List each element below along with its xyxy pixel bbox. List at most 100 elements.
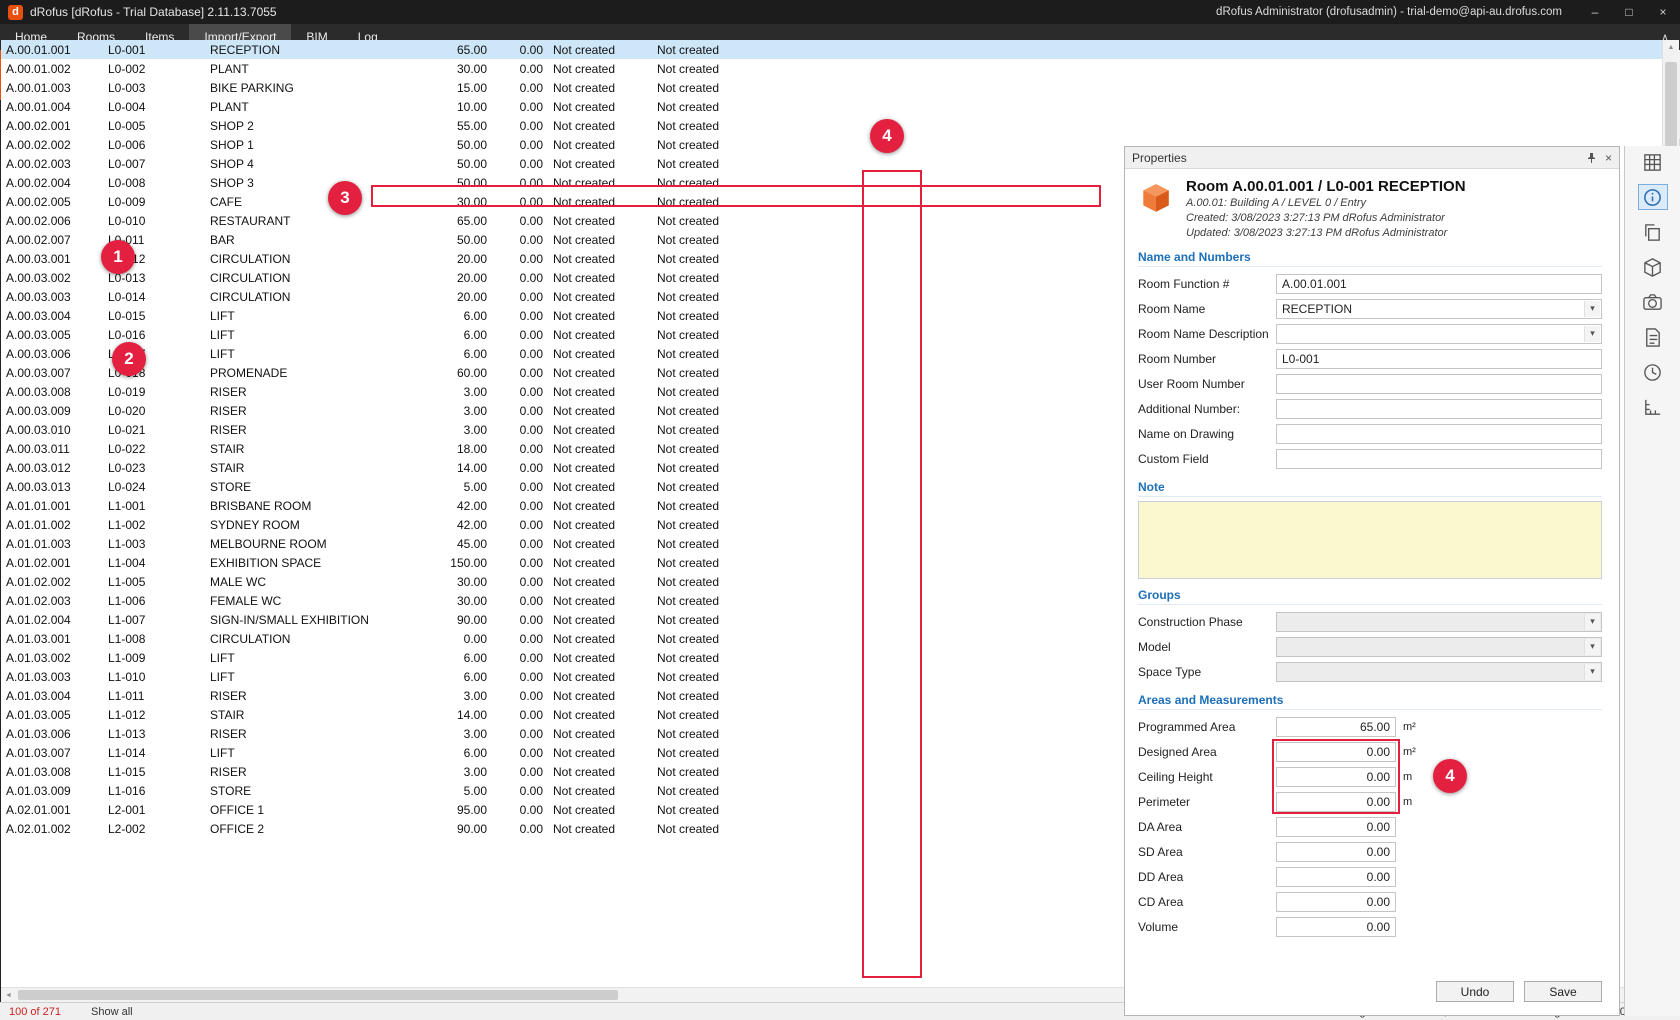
- field-ceiling-height[interactable]: 0.00: [1276, 767, 1396, 787]
- field-designed-area[interactable]: 0.00: [1276, 742, 1396, 762]
- copy-icon[interactable]: [1638, 219, 1668, 245]
- cell: Not created: [652, 347, 726, 361]
- cell: 3.00: [434, 765, 492, 779]
- cell: 6.00: [434, 746, 492, 760]
- field-perimeter[interactable]: 0.00: [1276, 792, 1396, 812]
- undo-button[interactable]: Undo: [1436, 981, 1514, 1002]
- info-icon[interactable]: [1638, 184, 1668, 210]
- scroll-left-icon[interactable]: ◄: [1, 988, 16, 1002]
- scroll-up-icon[interactable]: ▲: [1663, 40, 1679, 55]
- field-user-room-number[interactable]: [1276, 374, 1602, 394]
- close-icon[interactable]: ×: [1605, 151, 1612, 165]
- cell: A.00.01.003: [1, 81, 103, 95]
- cell: Not created: [548, 214, 652, 228]
- callout-3: 3: [328, 181, 362, 215]
- field-volume[interactable]: 0.00: [1276, 917, 1396, 937]
- table-row[interactable]: A.00.01.003L0-003BIKE PARKING15.000.00No…: [1, 78, 1662, 97]
- field-value: 0.00: [1367, 845, 1390, 859]
- field-row-room-name-description: Room Name Description▾: [1138, 321, 1602, 346]
- cell: STORE: [205, 784, 434, 798]
- field-additional-number[interactable]: [1276, 399, 1602, 419]
- cell: 3.00: [434, 385, 492, 399]
- table-row[interactable]: A.00.01.002L0-002PLANT30.000.00Not creat…: [1, 59, 1662, 78]
- cell: A.00.02.007: [1, 233, 103, 247]
- cell: L0-010: [103, 214, 205, 228]
- cell: 0.00: [492, 423, 548, 437]
- cell: 6.00: [434, 670, 492, 684]
- field-sd-area[interactable]: 0.00: [1276, 842, 1396, 862]
- field-cd-area[interactable]: 0.00: [1276, 892, 1396, 912]
- grid-icon[interactable]: [1638, 149, 1668, 175]
- area-row-ceiling-height: Ceiling Height0.00m: [1138, 764, 1602, 789]
- properties-panel: Properties × Room A.00.01.001 / L0-001 R…: [1124, 146, 1620, 1016]
- cell: A.01.01.003: [1, 537, 103, 551]
- minimize-icon[interactable]: –: [1578, 0, 1612, 24]
- field-custom-field[interactable]: [1276, 449, 1602, 469]
- table-row[interactable]: A.00.01.001L0-001RECEPTION65.000.00Not c…: [1, 40, 1662, 59]
- cell: Not created: [652, 62, 726, 76]
- cell: Not created: [652, 328, 726, 342]
- horizontal-scroll-thumb[interactable]: [18, 990, 618, 1000]
- save-button[interactable]: Save: [1524, 981, 1602, 1002]
- cell: A.01.03.001: [1, 632, 103, 646]
- field-da-area[interactable]: 0.00: [1276, 817, 1396, 837]
- cell: 0.00: [492, 784, 548, 798]
- cell: L0-023: [103, 461, 205, 475]
- cell: Not created: [652, 423, 726, 437]
- close-icon[interactable]: ×: [1646, 0, 1680, 24]
- cell: Not created: [548, 556, 652, 570]
- cell: BRISBANE ROOM: [205, 499, 434, 513]
- field-room-name[interactable]: RECEPTION▾: [1276, 299, 1602, 319]
- show-all-button[interactable]: Show all: [91, 1006, 133, 1018]
- pin-icon[interactable]: [1586, 152, 1597, 164]
- cell: Not created: [548, 366, 652, 380]
- table-row[interactable]: A.00.01.004L0-004PLANT10.000.00Not creat…: [1, 97, 1662, 116]
- title-bar: d dRofus [dRofus - Trial Database] 2.11.…: [0, 0, 1680, 24]
- field-programmed-area[interactable]: 65.00: [1276, 717, 1396, 737]
- unit-label: m: [1403, 771, 1425, 783]
- chevron-down-icon: ▾: [1584, 664, 1600, 680]
- pages-icon[interactable]: [1638, 324, 1668, 350]
- cell: L1-006: [103, 594, 205, 608]
- cell: Not created: [548, 233, 652, 247]
- cell: 50.00: [434, 233, 492, 247]
- field-row-additional-number: Additional Number:: [1138, 396, 1602, 421]
- cell: L1-005: [103, 575, 205, 589]
- field-row-name-on-drawing: Name on Drawing: [1138, 421, 1602, 446]
- cell: L0-021: [103, 423, 205, 437]
- field-dd-area[interactable]: 0.00: [1276, 867, 1396, 887]
- area-row-cd-area: CD Area0.00: [1138, 889, 1602, 914]
- field-label: Programmed Area: [1138, 720, 1276, 734]
- cell: Not created: [548, 689, 652, 703]
- maximize-icon[interactable]: □: [1612, 0, 1646, 24]
- cell: Not created: [652, 214, 726, 228]
- cell: 6.00: [434, 328, 492, 342]
- cell: 55.00: [434, 119, 492, 133]
- cell: Not created: [548, 594, 652, 608]
- field-room-name-description[interactable]: ▾: [1276, 324, 1602, 344]
- cell: 6.00: [434, 309, 492, 323]
- cell: 0.00: [492, 309, 548, 323]
- cell: L2-002: [103, 822, 205, 836]
- corner-ruler-icon[interactable]: [1638, 394, 1668, 420]
- cell: Not created: [548, 480, 652, 494]
- cell: A.00.03.002: [1, 271, 103, 285]
- camera-icon[interactable]: [1638, 289, 1668, 315]
- field-label: Volume: [1138, 920, 1276, 934]
- cube-small-icon[interactable]: [1638, 254, 1668, 280]
- unit-label: m²: [1403, 746, 1425, 758]
- note-field[interactable]: [1138, 501, 1602, 579]
- field-room-number[interactable]: L0-001: [1276, 349, 1602, 369]
- field-name-on-drawing[interactable]: [1276, 424, 1602, 444]
- clock-icon[interactable]: [1638, 359, 1668, 385]
- field-label: User Room Number: [1138, 377, 1276, 391]
- cell: Not created: [548, 613, 652, 627]
- field-label: Room Function #: [1138, 277, 1276, 291]
- cell: L0-001: [103, 43, 205, 57]
- table-row[interactable]: A.00.02.001L0-005SHOP 255.000.00Not crea…: [1, 116, 1662, 135]
- field-room-function[interactable]: A.00.01.001: [1276, 274, 1602, 294]
- cell: LIFT: [205, 328, 434, 342]
- cell: Not created: [652, 252, 726, 266]
- cell: 0.00: [492, 385, 548, 399]
- row-count: 100 of 271: [9, 1006, 61, 1018]
